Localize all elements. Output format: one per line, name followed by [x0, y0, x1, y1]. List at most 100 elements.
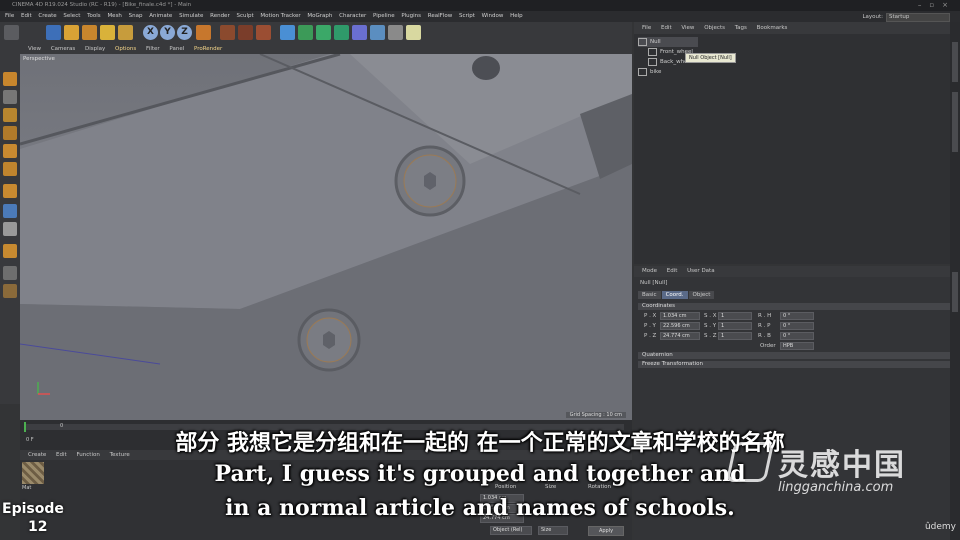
pen-spline-icon[interactable]: [298, 25, 313, 40]
section-coordinates[interactable]: Coordinates: [638, 303, 950, 310]
select-tool-icon[interactable]: [46, 25, 61, 40]
tab-objects-vertical[interactable]: [952, 42, 958, 82]
camera-icon[interactable]: [388, 25, 403, 40]
viewport-menu-prorender[interactable]: ProRender: [194, 44, 222, 54]
array-icon[interactable]: [334, 25, 349, 40]
tab-content-browser-vertical[interactable]: [952, 92, 958, 152]
menu-simulate[interactable]: Simulate: [179, 11, 203, 22]
rb-field[interactable]: 0 °: [780, 332, 814, 340]
object-menu-file[interactable]: File: [642, 22, 651, 34]
menu-animate[interactable]: Animate: [149, 11, 172, 22]
coord-apply-button[interactable]: Apply: [588, 526, 624, 536]
menu-render[interactable]: Render: [210, 11, 230, 22]
deformer-icon[interactable]: [352, 25, 367, 40]
coord-size-dropdown[interactable]: Size: [538, 526, 568, 535]
tab-basic[interactable]: Basic: [638, 291, 661, 299]
texture-mode-icon[interactable]: [3, 126, 17, 140]
menu-edit[interactable]: Edit: [21, 11, 32, 22]
axis-mode-icon[interactable]: [3, 204, 17, 218]
snap-icon[interactable]: [3, 222, 17, 236]
object-row-null[interactable]: Null: [638, 37, 698, 47]
menu-select[interactable]: Select: [63, 11, 80, 22]
viewport-menu-filter[interactable]: Filter: [146, 44, 160, 54]
menu-window[interactable]: Window: [482, 11, 504, 22]
light-icon[interactable]: [406, 25, 421, 40]
section-freeze-transformation[interactable]: Freeze Transformation: [638, 361, 950, 368]
floor-icon[interactable]: [370, 25, 385, 40]
pz-field[interactable]: 24.774 cm: [660, 332, 700, 340]
move-tool-icon[interactable]: [64, 25, 79, 40]
rh-field[interactable]: 0 °: [780, 312, 814, 320]
attr-menu-edit[interactable]: Edit: [667, 266, 678, 277]
px-label: P . X: [644, 313, 657, 319]
left-mode-palette: [0, 44, 20, 404]
undo-icon[interactable]: [4, 25, 19, 40]
menu-create[interactable]: Create: [38, 11, 56, 22]
points-mode-icon[interactable]: [3, 144, 17, 158]
object-menu-tags[interactable]: Tags: [735, 22, 747, 34]
px-field[interactable]: 1.034 cm: [660, 312, 700, 320]
edges-mode-icon[interactable]: [3, 162, 17, 176]
viewport-menu-display[interactable]: Display: [85, 44, 105, 54]
tab-object[interactable]: Object: [688, 291, 715, 299]
viewport-menu-panel[interactable]: Panel: [169, 44, 184, 54]
z-axis-lock-icon[interactable]: Z: [177, 25, 192, 40]
sy-label: S . Y: [704, 323, 717, 329]
make-editable-icon[interactable]: [3, 72, 17, 86]
sx-field[interactable]: 1: [718, 312, 752, 320]
attr-menu-mode[interactable]: Mode: [642, 266, 657, 277]
coord-mode-dropdown[interactable]: Object (Rel): [490, 526, 532, 535]
viewport-menu-options[interactable]: Options: [115, 44, 136, 54]
menu-plugins[interactable]: Plugins: [401, 11, 421, 22]
object-manager-menu: File Edit View Objects Tags Bookmarks: [634, 22, 950, 34]
render-picture-viewer-icon[interactable]: [238, 25, 253, 40]
workplane-icon[interactable]: [3, 244, 17, 258]
object-menu-bookmarks[interactable]: Bookmarks: [757, 22, 788, 34]
menu-mograph[interactable]: MoGraph: [307, 11, 332, 22]
menu-realflow[interactable]: RealFlow: [428, 11, 452, 22]
viewport-menu-cameras[interactable]: Cameras: [51, 44, 75, 54]
window-controls[interactable]: –▫×: [918, 0, 956, 11]
x-axis-lock-icon[interactable]: X: [143, 25, 158, 40]
checkerboard-icon[interactable]: [3, 90, 17, 104]
attr-menu-user-data[interactable]: User Data: [687, 266, 714, 277]
tab-coord[interactable]: Coord.: [661, 291, 688, 299]
render-settings-icon[interactable]: [256, 25, 271, 40]
object-menu-objects[interactable]: Objects: [704, 22, 725, 34]
sy-field[interactable]: 1: [718, 322, 752, 330]
order-dropdown[interactable]: HPB: [780, 342, 814, 350]
rotate-tool-icon[interactable]: [100, 25, 115, 40]
viewport-menu-view[interactable]: View: [28, 44, 41, 54]
object-menu-view[interactable]: View: [681, 22, 694, 34]
menu-script[interactable]: Script: [459, 11, 475, 22]
menu-mesh[interactable]: Mesh: [107, 11, 121, 22]
layout-dropdown[interactable]: Startup: [886, 13, 950, 22]
perspective-viewport[interactable]: Perspective Grid Spacing : 10 cm: [20, 54, 632, 420]
sz-field[interactable]: 1: [718, 332, 752, 340]
subdivision-surface-icon[interactable]: [316, 25, 331, 40]
object-row-bike[interactable]: bike: [638, 67, 661, 77]
rp-field[interactable]: 0 °: [780, 322, 814, 330]
coordinate-system-icon[interactable]: [196, 25, 211, 40]
live-selection-icon[interactable]: [118, 25, 133, 40]
model-mode-icon[interactable]: [3, 108, 17, 122]
menu-file[interactable]: File: [5, 11, 14, 22]
menu-character[interactable]: Character: [339, 11, 366, 22]
section-quaternion[interactable]: Quaternion: [638, 352, 950, 359]
cube-primitive-icon[interactable]: [280, 25, 295, 40]
render-view-icon[interactable]: [220, 25, 235, 40]
menu-pipeline[interactable]: Pipeline: [373, 11, 395, 22]
menu-tools[interactable]: Tools: [87, 11, 101, 22]
py-field[interactable]: 22.596 cm: [660, 322, 700, 330]
grid-icon[interactable]: [3, 266, 17, 280]
menu-snap[interactable]: Snap: [129, 11, 143, 22]
menu-help[interactable]: Help: [510, 11, 523, 22]
y-axis-lock-icon[interactable]: Y: [160, 25, 175, 40]
object-menu-edit[interactable]: Edit: [661, 22, 672, 34]
polygons-mode-icon[interactable]: [3, 184, 17, 198]
tab-attributes-vertical[interactable]: [952, 272, 958, 312]
lock-workplane-icon[interactable]: [3, 284, 17, 298]
menu-sculpt[interactable]: Sculpt: [236, 11, 253, 22]
scale-tool-icon[interactable]: [82, 25, 97, 40]
menu-motion-tracker[interactable]: Motion Tracker: [260, 11, 300, 22]
